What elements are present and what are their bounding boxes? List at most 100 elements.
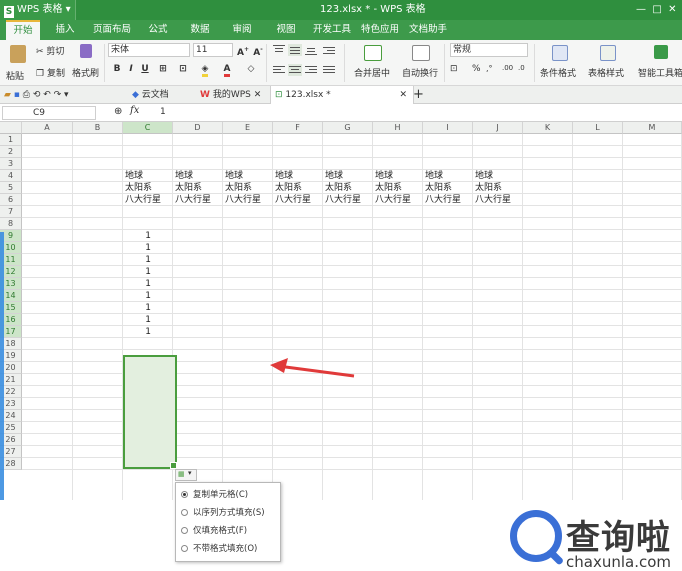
cell-text[interactable]: 太阳系: [375, 182, 402, 194]
cell-text[interactable]: 太阳系: [125, 182, 152, 194]
cell-text[interactable]: 太阳系: [175, 182, 202, 194]
row-header[interactable]: 4: [0, 170, 22, 182]
cell-text[interactable]: 八大行星: [125, 194, 161, 206]
cell-text[interactable]: 太阳系: [275, 182, 302, 194]
row-header[interactable]: 5: [0, 182, 22, 194]
column-header[interactable]: E: [223, 122, 273, 134]
cell-text[interactable]: 太阳系: [225, 182, 252, 194]
align-right-icon[interactable]: [304, 64, 318, 76]
cell-number[interactable]: 1: [123, 302, 151, 314]
merge-borders-icon[interactable]: ⊡: [176, 62, 190, 76]
column-header[interactable]: F: [273, 122, 323, 134]
name-box[interactable]: C9: [2, 106, 96, 120]
cell-text[interactable]: 八大行星: [475, 194, 511, 206]
align-bottom-icon[interactable]: [304, 44, 318, 56]
number-format-select[interactable]: 常规: [450, 43, 528, 57]
row-header[interactable]: 7: [0, 206, 22, 218]
thousands-icon[interactable]: ,°: [486, 64, 493, 73]
autofill-copy-cells[interactable]: 复制单元格(C): [176, 486, 278, 504]
format-painter-button[interactable]: 格式刷: [72, 44, 100, 82]
column-header[interactable]: J: [473, 122, 523, 134]
decrease-font-icon[interactable]: A-: [251, 43, 265, 58]
column-header[interactable]: M: [623, 122, 682, 134]
cell-text[interactable]: 地球: [175, 170, 193, 182]
row-header[interactable]: 3: [0, 158, 22, 170]
autofill-options-button[interactable]: ▦ ▾: [175, 469, 197, 481]
row-header[interactable]: 2: [0, 146, 22, 158]
bold-button[interactable]: B: [110, 62, 124, 76]
conditional-format-button[interactable]: 条件格式: [538, 43, 582, 83]
justify-icon[interactable]: [322, 64, 336, 76]
tab-file-123[interactable]: ⊡ 123.xlsx * ✕: [270, 86, 414, 104]
cell-text[interactable]: 八大行星: [225, 194, 261, 206]
column-header[interactable]: A: [22, 122, 73, 134]
increase-font-icon[interactable]: A+: [236, 43, 250, 58]
cell-text[interactable]: 地球: [225, 170, 243, 182]
increase-decimal-icon[interactable]: .00: [502, 64, 513, 72]
cell-text[interactable]: 八大行星: [325, 194, 361, 206]
row-header[interactable]: 8: [0, 218, 22, 230]
radio-unselected[interactable]: [181, 545, 188, 552]
decrease-decimal-icon[interactable]: .0: [518, 64, 525, 72]
column-header[interactable]: L: [573, 122, 623, 134]
align-middle-icon[interactable]: [288, 44, 302, 56]
radio-selected[interactable]: [181, 491, 188, 498]
align-left-icon[interactable]: [272, 64, 286, 76]
cell-number[interactable]: 1: [123, 230, 151, 242]
cell-number[interactable]: 1: [123, 290, 151, 302]
copy-button[interactable]: ❐ 复制: [36, 66, 65, 79]
column-header[interactable]: G: [323, 122, 373, 134]
column-header[interactable]: C: [123, 122, 173, 134]
tab-features[interactable]: 特色应用: [360, 20, 400, 40]
cell-text[interactable]: 太阳系: [425, 182, 452, 194]
cell-number[interactable]: 1: [123, 254, 151, 266]
underline-button[interactable]: U: [138, 62, 152, 76]
italic-button[interactable]: I: [124, 62, 138, 76]
close-icon[interactable]: ✕: [399, 86, 407, 104]
spreadsheet-grid[interactable]: ABCDEFGHIJKLM 1 2 3 4 5 6 7 8 9 10 11 12 13 14 15 16 17 1…: [0, 122, 682, 571]
align-top-icon[interactable]: [272, 44, 286, 56]
column-header[interactable]: B: [73, 122, 123, 134]
cell-text[interactable]: 八大行星: [275, 194, 311, 206]
zoom-icon[interactable]: ⊕: [114, 106, 122, 117]
merge-center-button[interactable]: 合并居中: [352, 43, 392, 83]
close-icon[interactable]: ✕: [254, 90, 262, 100]
cell-number[interactable]: 1: [123, 278, 151, 290]
cell-number[interactable]: 1: [123, 314, 151, 326]
tab-my-wps[interactable]: W 我的WPS ✕: [200, 86, 261, 104]
row-header[interactable]: 1: [0, 134, 22, 146]
indent-icon[interactable]: [322, 44, 336, 56]
cell-number[interactable]: 1: [123, 266, 151, 278]
percent-button[interactable]: %: [472, 64, 481, 74]
cell-text[interactable]: 地球: [375, 170, 393, 182]
cell-text[interactable]: 八大行星: [175, 194, 211, 206]
tab-insert[interactable]: 插入: [50, 20, 80, 40]
column-header[interactable]: I: [423, 122, 473, 134]
tab-formulas[interactable]: 公式: [144, 20, 172, 40]
new-tab-button[interactable]: +: [413, 86, 424, 104]
cell-text[interactable]: 太阳系: [325, 182, 352, 194]
cell-text[interactable]: 地球: [275, 170, 293, 182]
tab-page-layout[interactable]: 页面布局: [90, 20, 134, 40]
tab-home[interactable]: 开始: [6, 20, 40, 42]
autofill-formatting-only[interactable]: 仅填充格式(F): [176, 522, 278, 540]
cell-text[interactable]: 地球: [475, 170, 493, 182]
tab-developer[interactable]: 开发工具: [312, 20, 352, 40]
table-style-button[interactable]: 表格样式: [586, 43, 630, 83]
tab-cloud-docs[interactable]: ◆ 云文档: [132, 86, 169, 104]
cell-text[interactable]: 地球: [425, 170, 443, 182]
window-controls[interactable]: — □ ✕: [636, 0, 682, 20]
cut-button[interactable]: ✂ 剪切: [36, 44, 64, 57]
column-header[interactable]: D: [173, 122, 223, 134]
align-center-icon[interactable]: [288, 64, 302, 76]
cell-text[interactable]: 地球: [125, 170, 143, 182]
autofill-without-formatting[interactable]: 不带格式填充(O): [176, 540, 278, 558]
quick-access-toolbar[interactable]: ▰ ▪ ⎙ ⟲ ↶ ↷ ▾: [4, 86, 69, 104]
font-name-select[interactable]: 宋体: [108, 43, 190, 57]
border-icon[interactable]: ⊞: [156, 62, 170, 76]
column-header[interactable]: H: [373, 122, 423, 134]
tab-data[interactable]: 数据: [186, 20, 214, 40]
tab-doc-assistant[interactable]: 文档助手: [408, 20, 448, 40]
currency-icon[interactable]: ⊡: [450, 64, 458, 74]
cell-number[interactable]: 1: [123, 242, 151, 254]
